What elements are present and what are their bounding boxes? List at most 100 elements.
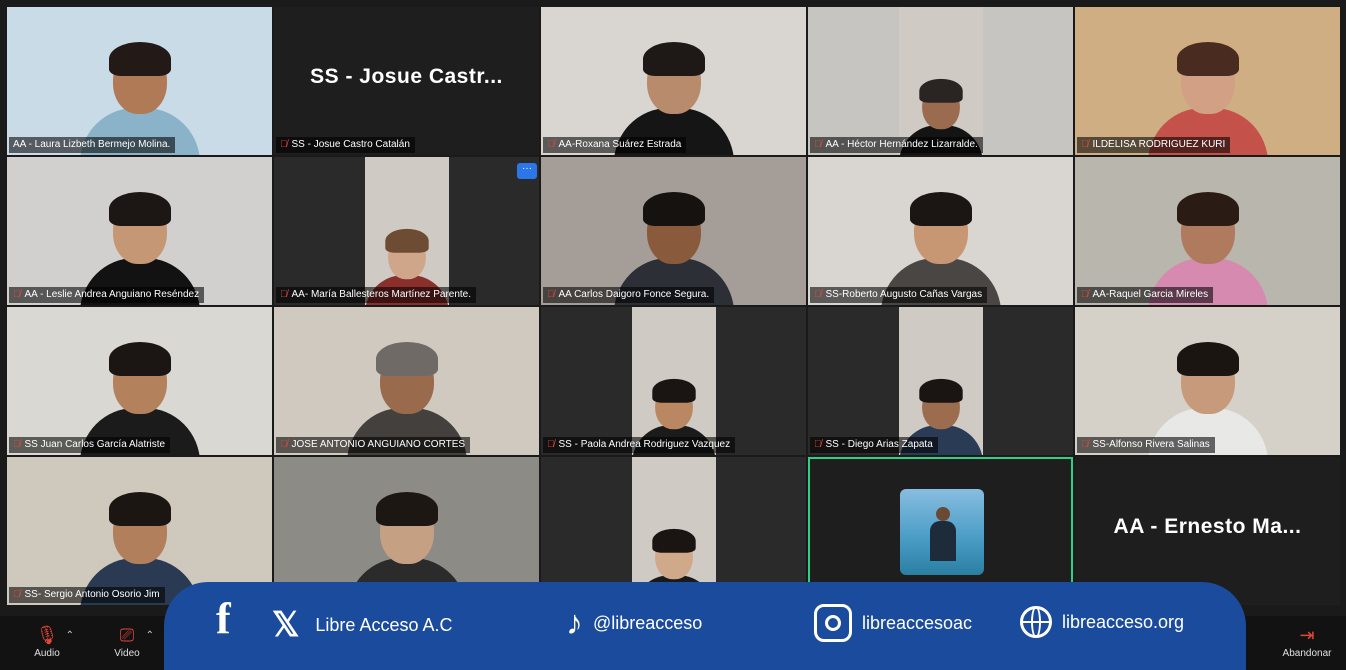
leave-button[interactable]: ⇥ Abandonar bbox=[1279, 622, 1335, 659]
participant-name: SS-Alfonso Rivera Salinas bbox=[1092, 439, 1210, 450]
participant-nametag: 🎙̸ AA - Leslie Andrea Anguiano Reséndez bbox=[9, 287, 205, 303]
video-feed bbox=[541, 157, 806, 305]
participant-nametag: 🎙̸ SS - Diego Arias Zapata bbox=[810, 437, 938, 453]
avatar bbox=[900, 489, 984, 575]
microphone-off-icon: 🎙̸ bbox=[13, 439, 21, 450]
participant-tile[interactable]: 🎙̸ ILDELISA RODRIGUEZ KURI bbox=[1075, 7, 1340, 155]
participant-tile[interactable]: ··· 🎙̸ AA- María Ballesteros Martínez Pare… bbox=[274, 157, 539, 305]
video-feed bbox=[1075, 307, 1340, 455]
participant-nametag: 🎙̸ AA-Raquel Garcia Mireles bbox=[1077, 287, 1214, 303]
website-link[interactable]: libreacceso.org bbox=[1020, 606, 1184, 638]
participant-name: AA - Héctor Hernández Lizarralde. bbox=[825, 139, 978, 150]
instagram-link[interactable]: libreaccesoac bbox=[814, 604, 972, 642]
participant-tile[interactable]: 🎙̸ SS-Roberto Augusto Cañas Vargas bbox=[808, 157, 1073, 305]
participant-nametag: 🎙̸ AA - Héctor Hernández Lizarralde. bbox=[810, 137, 983, 153]
instagram-icon bbox=[814, 604, 852, 642]
audio-button[interactable]: 🎙 ⌃ Audio bbox=[22, 622, 74, 659]
instagram-handle: libreaccesoac bbox=[862, 612, 973, 633]
microphone-off-icon: 🎙̸ bbox=[13, 289, 21, 300]
participant-tile[interactable]: 🎙̸ JOSE ANTONIO ANGUIANO CORTES bbox=[274, 307, 539, 455]
participant-name: SS - Paola Andrea Rodriguez Vazquez bbox=[558, 439, 731, 450]
x-icon: 𝕏 bbox=[272, 606, 300, 644]
participant-name: SS Juan Carlos García Alatriste bbox=[24, 439, 166, 450]
video-feed bbox=[808, 157, 1073, 305]
participant-name: SS- Sergio Antonio Osorio Jim bbox=[24, 589, 160, 600]
participant-tile[interactable]: 🎙̸ AA Carlos Daigoro Fonce Segura. bbox=[541, 157, 806, 305]
participant-nametag: 🎙̸ AA-Roxana Suárez Estrada bbox=[543, 137, 687, 153]
video-feed bbox=[7, 307, 272, 455]
participant-name: AA-Raquel Garcia Mireles bbox=[1092, 289, 1209, 300]
participant-name: AA- María Ballesteros Martínez Parente. bbox=[291, 289, 472, 300]
microphone-off-icon: 🎙̸ bbox=[1081, 289, 1089, 300]
leave-label: Abandonar bbox=[1282, 648, 1332, 659]
microphone-off-icon: 🎙̸ bbox=[547, 139, 555, 150]
participant-tile[interactable]: SS - Josue Castr... 🎙̸ SS - Josue Castro C… bbox=[274, 7, 539, 155]
participant-nametag: 🎙̸ SS-Alfonso Rivera Salinas bbox=[1077, 437, 1215, 453]
microphone-off-icon: 🎙̸ bbox=[814, 139, 822, 150]
microphone-off-icon: 🎙̸ bbox=[280, 439, 288, 450]
audio-options-caret-icon[interactable]: ⌃ bbox=[66, 630, 74, 641]
audio-label: Audio bbox=[34, 648, 60, 659]
video-feed bbox=[7, 7, 272, 155]
participant-name: AA - Leslie Andrea Anguiano Reséndez bbox=[24, 289, 200, 300]
participant-nametag: 🎙̸ AA Carlos Daigoro Fonce Segura. bbox=[543, 287, 715, 303]
x-link[interactable]: 𝕏 Libre Acceso A.C bbox=[272, 608, 452, 642]
microphone-off-icon: 🎙̸ bbox=[547, 289, 555, 300]
participant-nametag: 🎙̸ SS - Paola Andrea Rodriguez Vazquez bbox=[543, 437, 736, 453]
video-options-caret-icon[interactable]: ⌃ bbox=[146, 630, 154, 641]
social-banner: f 𝕏 Libre Acceso A.C ♪ @libreacceso libr… bbox=[164, 582, 1246, 670]
participant-nametag: AA - Laura Lizbeth Bermejo Molina. bbox=[9, 137, 176, 153]
org-name: Libre Acceso A.C bbox=[315, 614, 453, 635]
facebook-link[interactable]: f bbox=[216, 594, 231, 643]
video-label: Video bbox=[114, 648, 140, 659]
participant-name: AA-Roxana Suárez Estrada bbox=[558, 139, 682, 150]
participant-tile[interactable]: 🎙̸ SS - Diego Arias Zapata bbox=[808, 307, 1073, 455]
participant-name: AA Carlos Daigoro Fonce Segura. bbox=[558, 289, 710, 300]
leave-icon: ⇥ bbox=[1299, 625, 1315, 645]
tiktok-link[interactable]: ♪ @libreacceso bbox=[566, 606, 702, 640]
participant-name: AA - Laura Lizbeth Bermejo Molina. bbox=[13, 139, 171, 150]
participant-display-name: AA - Ernesto Ma... bbox=[1113, 515, 1302, 538]
website-url: libreacceso.org bbox=[1062, 611, 1185, 632]
participant-tile[interactable]: 🎙̸ AA-Roxana Suárez Estrada bbox=[541, 7, 806, 155]
more-options-icon[interactable]: ··· bbox=[517, 163, 537, 179]
microphone-off-icon: 🎙̸ bbox=[814, 439, 822, 450]
microphone-off-icon: 🎙̸ bbox=[814, 289, 822, 300]
microphone-off-icon: 🎙̸ bbox=[13, 589, 21, 600]
participant-tile[interactable]: 🎙̸ AA - Héctor Hernández Lizarralde. bbox=[808, 7, 1073, 155]
video-feed bbox=[808, 7, 1073, 155]
video-feed bbox=[808, 307, 1073, 455]
tiktok-handle: @libreacceso bbox=[593, 612, 703, 633]
microphone-off-icon: 🎙̸ bbox=[1081, 139, 1089, 150]
participant-nametag: 🎙̸ AA- María Ballesteros Martínez Parente… bbox=[276, 287, 477, 303]
microphone-off-icon: 🎙̸ bbox=[280, 289, 288, 300]
participant-tile[interactable]: 🎙̸ AA-Raquel Garcia Mireles bbox=[1075, 157, 1340, 305]
microphone-off-icon: 🎙̸ bbox=[280, 139, 288, 150]
globe-icon bbox=[1020, 606, 1052, 638]
participant-tile[interactable]: 🎙̸ SS-Alfonso Rivera Salinas bbox=[1075, 307, 1340, 455]
participant-name: SS - Diego Arias Zapata bbox=[825, 439, 933, 450]
participant-name: ILDELISA RODRIGUEZ KURI bbox=[1092, 139, 1226, 150]
participant-tile[interactable]: 🎙̸ SS Juan Carlos García Alatriste bbox=[7, 307, 272, 455]
video-feed bbox=[541, 7, 806, 155]
participant-tile[interactable]: AA - Laura Lizbeth Bermejo Molina. bbox=[7, 7, 272, 155]
video-grid: AA - Laura Lizbeth Bermejo Molina. SS - J… bbox=[7, 7, 1341, 607]
participant-nametag: 🎙̸ SS - Josue Castro Catalán bbox=[276, 137, 415, 153]
microphone-off-icon: 🎙 bbox=[35, 625, 59, 645]
video-feed bbox=[7, 157, 272, 305]
video-button[interactable]: ⎚ ⌃ Video bbox=[102, 622, 154, 659]
participant-name: JOSE ANTONIO ANGUIANO CORTES bbox=[291, 439, 466, 450]
participant-nametag: 🎙̸ SS-Roberto Augusto Cañas Vargas bbox=[810, 287, 988, 303]
participant-tile[interactable]: 🎙̸ AA - Leslie Andrea Anguiano Reséndez bbox=[7, 157, 272, 305]
participant-nametag: 🎙̸ JOSE ANTONIO ANGUIANO CORTES bbox=[276, 437, 471, 453]
microphone-off-icon: 🎙̸ bbox=[1081, 439, 1089, 450]
participant-tile[interactable]: 🎙̸ SS - Paola Andrea Rodriguez Vazquez bbox=[541, 307, 806, 455]
participant-display-name: SS - Josue Castr... bbox=[310, 65, 503, 88]
participant-nametag: 🎙̸ SS Juan Carlos García Alatriste bbox=[9, 437, 171, 453]
participant-nametag: 🎙̸ ILDELISA RODRIGUEZ KURI bbox=[1077, 137, 1231, 153]
facebook-icon: f bbox=[216, 594, 231, 643]
video-feed bbox=[274, 307, 539, 455]
participant-nametag: 🎙̸ SS- Sergio Antonio Osorio Jim bbox=[9, 587, 165, 603]
microphone-off-icon: 🎙̸ bbox=[547, 439, 555, 450]
video-feed bbox=[1075, 7, 1340, 155]
